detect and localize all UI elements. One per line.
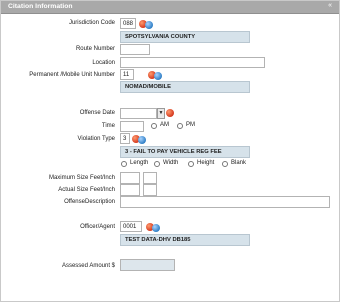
am-radio[interactable] bbox=[151, 123, 157, 129]
info-icon[interactable] bbox=[152, 224, 160, 232]
offense-date-label: Offense Date bbox=[79, 110, 115, 116]
route-input[interactable] bbox=[120, 44, 150, 55]
jurisdiction-code-input[interactable]: 088 bbox=[120, 18, 136, 29]
officer-label: Officer/Agent bbox=[80, 224, 115, 230]
width-label: Width bbox=[163, 160, 179, 166]
citation-panel: Citation Information « Jurisdiction Code… bbox=[0, 0, 340, 302]
officer-code-input[interactable]: 0001 bbox=[120, 221, 142, 232]
violation-desc: 3 - FAIL TO PAY VEHICLE REG FEE bbox=[120, 146, 250, 158]
collapse-icon[interactable]: « bbox=[328, 2, 332, 9]
jurisdiction-name: SPOTSYLVANIA COUNTY bbox=[120, 31, 250, 43]
unit-label: Permanent /Mobile Unit Number bbox=[29, 72, 115, 78]
offense-date-input[interactable] bbox=[120, 108, 157, 119]
location-label: Location bbox=[92, 60, 115, 66]
offense-desc-input[interactable] bbox=[120, 196, 330, 208]
violation-label: Violation Type bbox=[77, 136, 115, 142]
max-size-feet-input[interactable] bbox=[120, 172, 140, 184]
time-input[interactable] bbox=[120, 121, 144, 132]
am-label: AM bbox=[160, 122, 169, 128]
time-label: Time bbox=[101, 123, 115, 129]
unit-code-input[interactable]: 11 bbox=[120, 69, 134, 80]
blank-label: Blank bbox=[231, 160, 247, 166]
info-icon[interactable] bbox=[154, 72, 162, 80]
actual-size-feet-input[interactable] bbox=[120, 184, 140, 196]
violation-code-input[interactable]: 3 bbox=[120, 133, 130, 144]
info-icon[interactable] bbox=[145, 21, 153, 29]
assessed-label: Assessed Amount $ bbox=[61, 263, 115, 269]
calendar-dropdown-icon[interactable]: ▼ bbox=[157, 108, 165, 119]
height-label: Height bbox=[197, 160, 215, 166]
actual-size-label: Actual Size Feet/Inch bbox=[58, 187, 115, 193]
actual-size-inch-input[interactable] bbox=[143, 184, 157, 196]
officer-name: TEST DATA-DHV DB185 bbox=[120, 234, 250, 246]
height-radio[interactable] bbox=[188, 161, 194, 167]
route-label: Route Number bbox=[75, 46, 115, 52]
max-size-inch-input[interactable] bbox=[143, 172, 157, 184]
info-icon[interactable] bbox=[138, 136, 146, 144]
assessed-amount-input[interactable] bbox=[120, 259, 175, 271]
location-input[interactable] bbox=[120, 57, 265, 68]
jurisdiction-label: Jurisdiction Code bbox=[68, 20, 115, 26]
panel-header: Citation Information « bbox=[1, 1, 339, 14]
width-radio[interactable] bbox=[154, 161, 160, 167]
pm-label: PM bbox=[186, 122, 195, 128]
pm-radio[interactable] bbox=[177, 123, 183, 129]
offense-desc-label: OffenseDescription bbox=[64, 199, 115, 205]
max-size-label: Maximum Size Feet/Inch bbox=[48, 175, 115, 181]
panel-title: Citation Information bbox=[8, 3, 73, 10]
length-label: Length bbox=[130, 160, 149, 166]
unit-name: NOMAD/MOBILE bbox=[120, 81, 250, 93]
blank-radio[interactable] bbox=[222, 161, 228, 167]
length-radio[interactable] bbox=[121, 161, 127, 167]
lookup-icon[interactable] bbox=[166, 109, 174, 117]
